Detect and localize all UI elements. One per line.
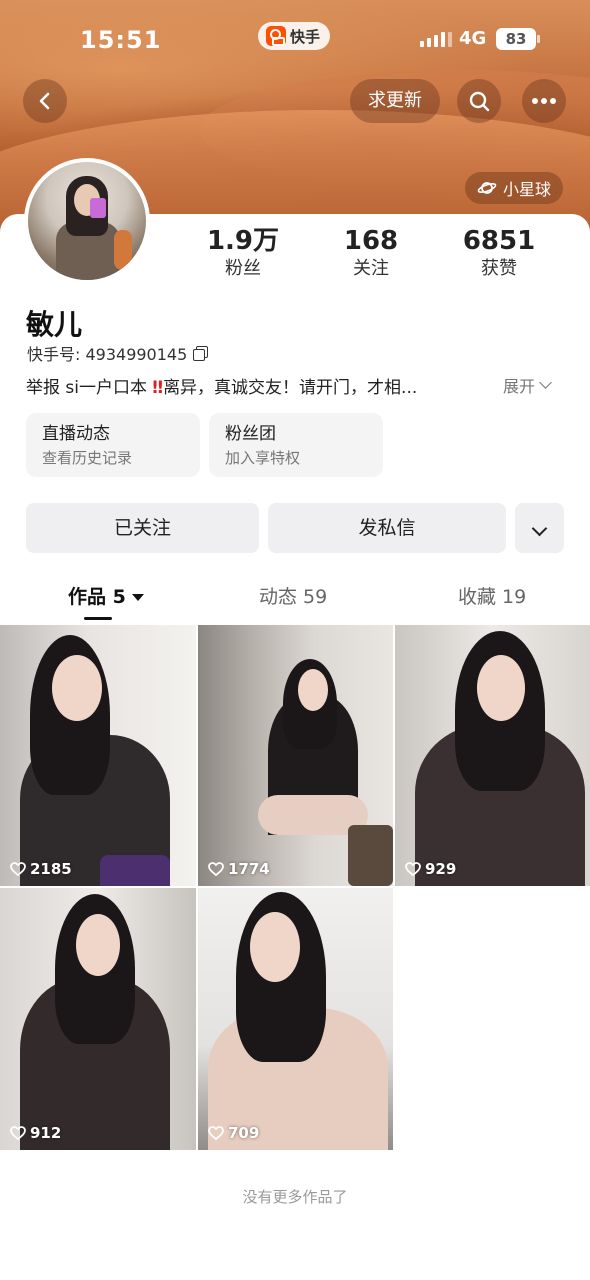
more-dots-icon bbox=[532, 98, 556, 104]
likes-value: 709 bbox=[228, 1124, 260, 1142]
bio-text-start: 举报 si一户口本 bbox=[26, 378, 153, 398]
bio-exclamation-mark: ‼ bbox=[152, 378, 164, 398]
video-thumbnail[interactable]: 912 bbox=[0, 888, 196, 1150]
followed-button[interactable]: 已关注 bbox=[26, 503, 259, 553]
stat-number: 1.9万 bbox=[206, 226, 280, 256]
heart-icon bbox=[10, 862, 26, 876]
active-tab-indicator bbox=[84, 617, 112, 620]
kuaishou-logo-icon bbox=[266, 26, 286, 46]
search-button[interactable] bbox=[457, 79, 501, 123]
stat-label: 关注 bbox=[353, 258, 389, 279]
likes-count: 1774 bbox=[208, 860, 270, 878]
likes-count: 929 bbox=[405, 860, 456, 878]
planet-button[interactable]: 小星球 bbox=[465, 172, 564, 204]
search-icon bbox=[469, 91, 490, 112]
signal-icon bbox=[420, 32, 452, 47]
caret-down-icon bbox=[131, 594, 144, 601]
profile-bio: 举报 si一户口本 ‼离异，真诚交友！请开门，才相... bbox=[26, 373, 496, 398]
tab-moments[interactable]: 动态 59 bbox=[259, 582, 327, 609]
request-update-button[interactable]: 求更新 bbox=[350, 79, 440, 123]
profile-name: 敏儿 bbox=[26, 308, 83, 341]
stat-following[interactable]: 168 关注 bbox=[306, 226, 436, 282]
bio-text-end: 离异，真诚交友！请开门，才相... bbox=[163, 378, 418, 398]
profile-stats: 1.9万 粉丝 168 关注 6851 获赞 bbox=[178, 226, 578, 286]
profile-page: 15:51 快手 4G 83 求更新 小星球 1.9万 粉丝 168 关注 68… bbox=[0, 0, 590, 1280]
video-thumbnail[interactable]: 709 bbox=[198, 888, 393, 1150]
tab-works[interactable]: 作品 5 bbox=[68, 582, 144, 609]
kuaishou-id-text: 快手号: 4934990145 bbox=[27, 345, 188, 364]
likes-count: 2185 bbox=[10, 860, 72, 878]
stat-label: 获赞 bbox=[481, 258, 517, 279]
heart-icon bbox=[208, 1126, 224, 1140]
more-options-button[interactable] bbox=[522, 79, 566, 123]
app-indicator-pill[interactable]: 快手 bbox=[258, 22, 331, 50]
kuaishou-id[interactable]: 快手号: 4934990145 bbox=[27, 341, 209, 365]
content-tabs: 作品 5 动态 59 收藏 19 bbox=[0, 582, 590, 622]
avatar-phone bbox=[90, 198, 106, 218]
more-actions-dropdown[interactable] bbox=[515, 503, 564, 553]
stat-followers[interactable]: 1.9万 粉丝 bbox=[178, 226, 308, 282]
likes-value: 912 bbox=[30, 1124, 62, 1142]
stat-likes[interactable]: 6851 获赞 bbox=[434, 226, 564, 282]
app-indicator-label: 快手 bbox=[290, 27, 321, 46]
avatar-arm bbox=[114, 230, 132, 270]
likes-value: 2185 bbox=[30, 860, 72, 878]
planet-label: 小星球 bbox=[503, 180, 552, 199]
chevron-down-icon bbox=[539, 376, 552, 389]
stat-label: 粉丝 bbox=[225, 258, 261, 279]
expand-label: 展开 bbox=[503, 377, 536, 396]
expand-bio-button[interactable]: 展开 bbox=[503, 373, 552, 397]
tab-label: 动态 59 bbox=[259, 586, 328, 608]
network-type: 4G bbox=[459, 28, 487, 49]
fan-club-card[interactable]: 粉丝团 加入享特权 bbox=[209, 413, 383, 477]
status-bar: 15:51 快手 4G 83 bbox=[0, 22, 590, 58]
video-thumbnail[interactable]: 929 bbox=[395, 625, 590, 886]
likes-value: 929 bbox=[425, 860, 457, 878]
planet-icon bbox=[477, 182, 497, 194]
chevron-down-icon bbox=[531, 520, 548, 537]
video-thumbnail[interactable]: 2185 bbox=[0, 625, 196, 886]
stat-number: 6851 bbox=[462, 226, 536, 256]
battery-icon: 83 bbox=[496, 28, 540, 50]
copy-icon[interactable] bbox=[193, 346, 209, 361]
video-thumbnail[interactable]: 1774 bbox=[198, 625, 393, 886]
card-subtitle: 查看历史记录 bbox=[42, 449, 133, 467]
tab-label: 收藏 19 bbox=[458, 586, 527, 608]
send-message-button[interactable]: 发私信 bbox=[268, 503, 506, 553]
heart-icon bbox=[405, 862, 421, 876]
status-time: 15:51 bbox=[80, 26, 162, 54]
likes-count: 709 bbox=[208, 1124, 259, 1142]
card-subtitle: 加入享特权 bbox=[225, 449, 301, 467]
live-history-card[interactable]: 直播动态 查看历史记录 bbox=[26, 413, 200, 477]
no-more-works-text: 没有更多作品了 bbox=[242, 1188, 348, 1206]
card-title: 直播动态 bbox=[42, 424, 110, 444]
likes-count: 912 bbox=[10, 1124, 61, 1142]
back-button[interactable] bbox=[23, 79, 67, 123]
heart-icon bbox=[208, 862, 224, 876]
tab-favorites[interactable]: 收藏 19 bbox=[458, 582, 526, 609]
avatar[interactable] bbox=[24, 158, 150, 284]
stat-number: 168 bbox=[343, 226, 399, 256]
tab-label: 作品 5 bbox=[68, 586, 126, 608]
chevron-left-icon bbox=[39, 92, 50, 110]
card-title: 粉丝团 bbox=[225, 424, 276, 444]
heart-icon bbox=[10, 1126, 26, 1140]
likes-value: 1774 bbox=[228, 860, 270, 878]
